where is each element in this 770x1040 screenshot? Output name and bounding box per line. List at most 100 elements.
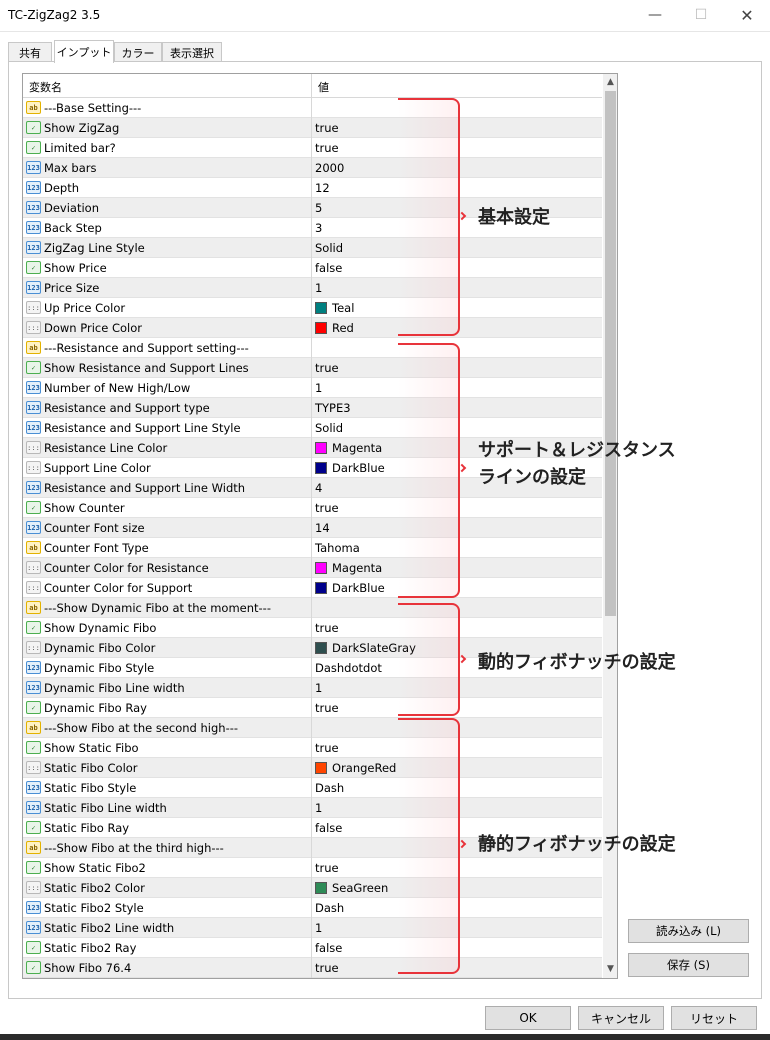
table-row[interactable]: ab ---Show Dynamic Fibo at the moment---	[23, 598, 602, 618]
parameter-value[interactable]: false	[315, 941, 342, 955]
load-button[interactable]: 読み込み (L)	[628, 919, 749, 943]
parameter-value[interactable]: DarkBlue	[315, 461, 385, 475]
parameter-value[interactable]: Solid	[315, 241, 343, 255]
table-row[interactable]: ::: Dynamic Fibo Color DarkSlateGray	[23, 638, 602, 658]
table-row[interactable]: 123 Counter Font size 14	[23, 518, 602, 538]
parameter-value[interactable]: 4	[315, 481, 322, 495]
parameter-value[interactable]: true	[315, 121, 339, 135]
table-row[interactable]: ✓ Limited bar? true	[23, 138, 602, 158]
parameter-value[interactable]: Dashdotdot	[315, 661, 382, 675]
table-row[interactable]: ::: Support Line Color DarkBlue	[23, 458, 602, 478]
parameter-value[interactable]: Red	[315, 321, 354, 335]
table-row[interactable]: ::: Counter Color for Resistance Magenta	[23, 558, 602, 578]
parameter-value[interactable]: true	[315, 701, 339, 715]
table-row[interactable]: 123 Static Fibo Line width 1	[23, 798, 602, 818]
parameter-value[interactable]: 14	[315, 521, 330, 535]
parameter-value[interactable]: true	[315, 861, 339, 875]
table-row[interactable]: ab ---Show Fibo at the second high---	[23, 718, 602, 738]
table-row[interactable]: ab Counter Font Type Tahoma	[23, 538, 602, 558]
parameter-value[interactable]: Solid	[315, 421, 343, 435]
column-header-value[interactable]: 値	[318, 79, 329, 95]
table-row[interactable]: ::: Resistance Line Color Magenta	[23, 438, 602, 458]
table-row[interactable]: 123 Price Size 1	[23, 278, 602, 298]
parameter-value[interactable]: OrangeRed	[315, 761, 396, 775]
parameter-value[interactable]: Magenta	[315, 441, 382, 455]
parameter-value[interactable]: DarkBlue	[315, 581, 385, 595]
parameter-value[interactable]: true	[315, 141, 339, 155]
close-button[interactable]: ✕	[724, 0, 770, 30]
table-row[interactable]: ✓ Show ZigZag true	[23, 118, 602, 138]
scroll-down-icon[interactable]: ▼	[603, 961, 617, 978]
tab-colors[interactable]: カラー	[114, 42, 162, 62]
table-row[interactable]: ::: Up Price Color Teal	[23, 298, 602, 318]
table-row[interactable]: ✓ Show Counter true	[23, 498, 602, 518]
parameter-value[interactable]: Tahoma	[315, 541, 360, 555]
table-row[interactable]: ✓ Static Fibo Ray false	[23, 818, 602, 838]
table-row[interactable]: 123 Depth 12	[23, 178, 602, 198]
parameter-value[interactable]: 5	[315, 201, 322, 215]
parameter-value[interactable]: 1	[315, 381, 322, 395]
parameter-value[interactable]: Dash	[315, 781, 344, 795]
table-row[interactable]: ✓ Show Static Fibo2 true	[23, 858, 602, 878]
parameter-value[interactable]: Dash	[315, 901, 344, 915]
table-row[interactable]: 123 Resistance and Support type TYPE3	[23, 398, 602, 418]
save-button[interactable]: 保存 (S)	[628, 953, 749, 977]
table-row[interactable]: ::: Down Price Color Red	[23, 318, 602, 338]
parameter-value[interactable]: false	[315, 261, 342, 275]
table-row[interactable]: ab ---Resistance and Support setting---	[23, 338, 602, 358]
parameter-value[interactable]: 1	[315, 801, 322, 815]
table-row[interactable]: 123 ZigZag Line Style Solid	[23, 238, 602, 258]
parameter-value[interactable]: false	[315, 821, 342, 835]
table-row[interactable]: 123 Max bars 2000	[23, 158, 602, 178]
parameter-value[interactable]: 2000	[315, 161, 344, 175]
parameter-value[interactable]: 1	[315, 921, 322, 935]
table-row[interactable]: 123 Resistance and Support Line Width 4	[23, 478, 602, 498]
tab-inputs[interactable]: インプット	[54, 40, 114, 63]
table-row[interactable]: 123 Number of New High/Low 1	[23, 378, 602, 398]
parameter-value[interactable]: TYPE3	[315, 401, 351, 415]
table-row[interactable]: 123 Deviation 5	[23, 198, 602, 218]
cancel-button[interactable]: キャンセル	[578, 1006, 664, 1030]
table-row[interactable]: ✓ Show Static Fibo true	[23, 738, 602, 758]
table-row[interactable]: ✓ Show Price false	[23, 258, 602, 278]
ok-button[interactable]: OK	[485, 1006, 571, 1030]
table-row[interactable]: ✓ Show Resistance and Support Lines true	[23, 358, 602, 378]
table-row[interactable]: ✓ Static Fibo2 Ray false	[23, 938, 602, 958]
table-row[interactable]: 123 Back Step 3	[23, 218, 602, 238]
table-row[interactable]: ab ---Show Fibo at the third high---	[23, 838, 602, 858]
table-row[interactable]: ab ---Base Setting---	[23, 98, 602, 118]
parameter-value[interactable]: 1	[315, 281, 322, 295]
scrollbar-thumb[interactable]	[605, 91, 616, 616]
maximize-button[interactable]: ☐	[678, 0, 724, 30]
tab-display[interactable]: 表示選択	[162, 42, 222, 62]
scroll-up-icon[interactable]: ▲	[603, 74, 617, 91]
table-row[interactable]: ✓ Dynamic Fibo Ray true	[23, 698, 602, 718]
parameter-value[interactable]: Teal	[315, 301, 354, 315]
minimize-button[interactable]: —	[632, 0, 678, 30]
table-row[interactable]: 123 Static Fibo Style Dash	[23, 778, 602, 798]
vertical-scrollbar[interactable]: ▲ ▼	[603, 74, 617, 978]
parameter-value[interactable]: true	[315, 741, 339, 755]
parameter-value[interactable]: true	[315, 501, 339, 515]
parameter-value[interactable]: 12	[315, 181, 330, 195]
table-row[interactable]: ::: Counter Color for Support DarkBlue	[23, 578, 602, 598]
parameter-value[interactable]: true	[315, 361, 339, 375]
parameter-value[interactable]: true	[315, 621, 339, 635]
tab-common[interactable]: 共有	[8, 42, 52, 62]
parameter-value[interactable]: 1	[315, 681, 322, 695]
table-row[interactable]: 123 Static Fibo2 Style Dash	[23, 898, 602, 918]
table-row[interactable]: 123 Resistance and Support Line Style Soli…	[23, 418, 602, 438]
table-row[interactable]: ✓ Show Dynamic Fibo true	[23, 618, 602, 638]
parameter-value[interactable]: SeaGreen	[315, 881, 388, 895]
table-row[interactable]: ✓ Show Fibo 76.4 true	[23, 958, 602, 978]
column-header-variable[interactable]: 変数名	[29, 79, 62, 95]
parameter-value[interactable]: 3	[315, 221, 322, 235]
parameter-value[interactable]: Magenta	[315, 561, 382, 575]
reset-button[interactable]: リセット	[671, 1006, 757, 1030]
table-row[interactable]: 123 Static Fibo2 Line width 1	[23, 918, 602, 938]
table-row[interactable]: 123 Dynamic Fibo Style Dashdotdot	[23, 658, 602, 678]
table-row[interactable]: ::: Static Fibo2 Color SeaGreen	[23, 878, 602, 898]
parameter-value[interactable]: true	[315, 961, 339, 975]
table-row[interactable]: 123 Dynamic Fibo Line width 1	[23, 678, 602, 698]
table-row[interactable]: ::: Static Fibo Color OrangeRed	[23, 758, 602, 778]
